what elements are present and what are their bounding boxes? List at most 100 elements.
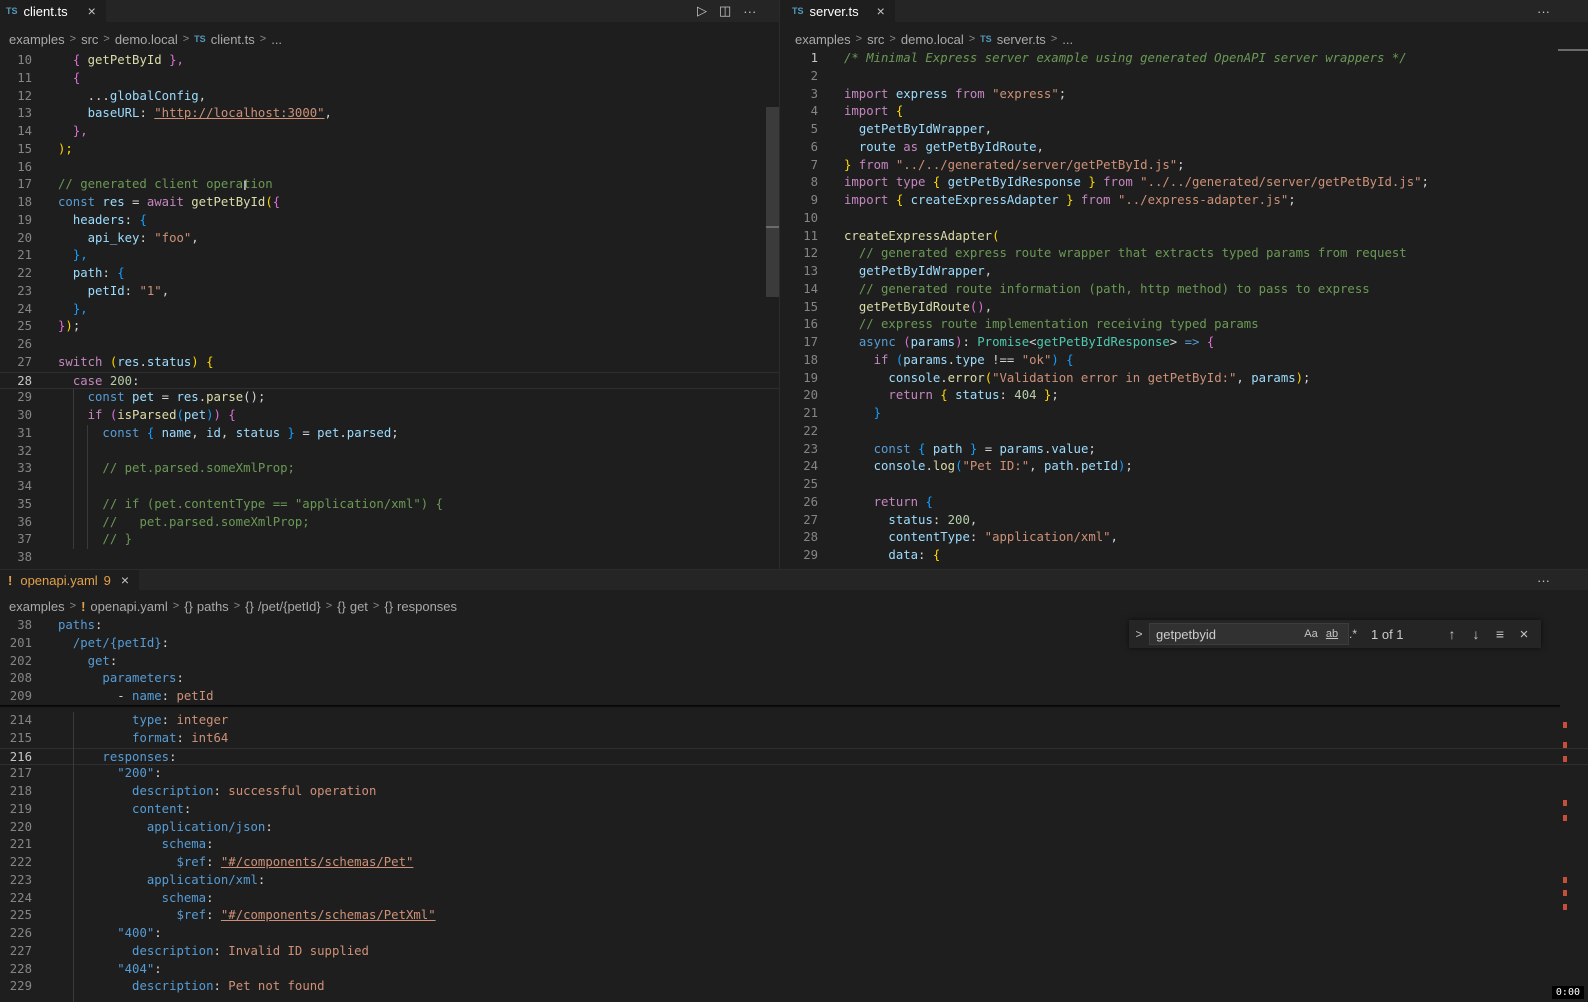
tab-server-ts[interactable]: TS server.ts × [780,0,895,22]
code-line[interactable]: 225 $ref: "#/components/schemas/PetXml" [0,907,1588,925]
code-line[interactable]: 1 /* Minimal Express server example using… [780,50,1588,68]
code-line[interactable]: 10 [780,210,1588,228]
code-line[interactable]: 16 // express route implementation recei… [780,316,1588,334]
code-line[interactable]: 15 getPetByIdRoute(), [780,299,1588,317]
code-line[interactable]: 228 "404": [0,961,1588,979]
breadcrumb-item[interactable]: src [867,32,884,47]
run-icon[interactable]: ▷ [697,3,707,19]
code-line[interactable]: 27 status: 200, [780,512,1588,530]
code-line[interactable]: 7} from "../../generated/server/getPetBy… [780,157,1588,175]
close-icon[interactable]: × [1515,620,1533,648]
more-actions-icon[interactable]: ··· [1537,4,1550,19]
code-line[interactable]: 37 // } [0,531,779,549]
code-line[interactable]: 202 get: [0,653,1588,671]
code-line[interactable]: 20 api_key: "foo", [0,230,779,248]
code-line[interactable]: 11 createExpressAdapter( [780,228,1588,246]
code-line[interactable]: 19 headers: { [0,212,779,230]
code-line[interactable]: 4 import { [780,103,1588,121]
arrow-down-icon[interactable]: ↓ [1467,620,1485,648]
code-line[interactable]: 5 getPetByIdWrapper, [780,121,1588,139]
code-line[interactable]: 10 { getPetById }, [0,52,779,70]
code-line[interactable]: 25}); [0,318,779,336]
close-icon[interactable]: × [88,3,96,19]
code-line[interactable]: 30 if (isParsed(pet)) { [0,407,779,425]
breadcrumb-item[interactable]: responses [397,599,457,614]
chevron-right-icon[interactable]: > [1131,620,1147,648]
split-editor-icon[interactable]: ◫ [719,3,731,19]
code-line[interactable]: 17 async (params): Promise<getPetByIdRes… [780,334,1588,352]
code-line[interactable]: 28 contentType: "application/xml", [780,529,1588,547]
code-editor[interactable]: 214 type: integer 215 format: int64 216 re… [0,712,1588,1002]
breadcrumb-item[interactable]: client.ts [211,32,255,47]
code-line[interactable]: 16 [0,159,779,177]
code-line[interactable]: 32 [0,443,779,461]
code-line[interactable]: 27 switch (res.status) { [0,354,779,372]
find-in-selection-icon[interactable]: ≡ [1491,620,1509,648]
code-line[interactable]: 13 getPetByIdWrapper, [780,263,1588,281]
code-line[interactable]: 12 // generated express route wrapper th… [780,245,1588,263]
breadcrumb-item[interactable]: demo.local [115,32,178,47]
whole-word-icon[interactable]: ab [1323,620,1341,648]
breadcrumb-item[interactable]: src [81,32,98,47]
code-line[interactable]: 220 application/json: [0,819,1588,837]
code-line[interactable]: 3 import express from "express"; [780,86,1588,104]
code-line[interactable]: 22 [780,423,1588,441]
match-case-icon[interactable]: Aa [1302,620,1320,648]
code-line[interactable]: 17 // generated client operation [0,176,779,194]
code-line[interactable]: 23 const { path } = params.value; [780,441,1588,459]
code-line[interactable]: 38 [0,549,779,567]
code-line[interactable]: 29 const pet = res.parse(); [0,389,779,407]
code-line[interactable]: 221 schema: [0,836,1588,854]
breadcrumb-item[interactable]: openapi.yaml [90,599,167,614]
code-line[interactable]: 6 route as getPetByIdRoute, [780,139,1588,157]
code-line[interactable]: 21 }, [0,247,779,265]
code-line[interactable]: 215 format: int64 [0,730,1588,748]
code-line[interactable]: 218 description: successful operation [0,783,1588,801]
more-actions-icon[interactable]: ··· [743,4,756,19]
code-line[interactable]: 26 return { [780,494,1588,512]
code-line[interactable]: 20 return { status: 404 }; [780,387,1588,405]
code-line[interactable]: 209 - name: petId [0,688,1588,706]
code-line[interactable]: 224 schema: [0,890,1588,908]
breadcrumb-item[interactable]: ... [1062,32,1073,47]
code-line[interactable]: 18 const res = await getPetById({ [0,194,779,212]
code-line[interactable]: 15); [0,141,779,159]
code-line[interactable]: 214 type: integer [0,712,1588,730]
code-line[interactable]: 208 parameters: [0,670,1588,688]
code-line[interactable]: 26 [0,336,779,354]
code-editor[interactable]: 10 { getPetById }, 11 {12 ...globalConfig… [0,52,779,569]
tab-openapi-yaml[interactable]: ! openapi.yaml 9 × [0,570,140,590]
code-line[interactable]: 217 "200": [0,765,1588,783]
code-line[interactable]: 226 "400": [0,925,1588,943]
code-line[interactable]: 11 { [0,70,779,88]
code-line[interactable]: 227 description: Invalid ID supplied [0,943,1588,961]
arrow-up-icon[interactable]: ↑ [1443,620,1461,648]
more-actions-icon[interactable]: ··· [1537,573,1550,588]
code-line[interactable]: 219 content: [0,801,1588,819]
code-line[interactable]: 34 [0,478,779,496]
breadcrumb-item[interactable]: demo.local [901,32,964,47]
code-line[interactable]: 222 $ref: "#/components/schemas/Pet" [0,854,1588,872]
breadcrumb-item[interactable]: examples [9,32,65,47]
code-line[interactable]: 12 ...globalConfig, [0,88,779,106]
code-line[interactable]: 18 if (params.type !== "ok") { [780,352,1588,370]
code-line[interactable]: 35 // if (pet.contentType == "applicatio… [0,496,779,514]
code-line[interactable]: 13 baseURL: "http://localhost:3000", [0,105,779,123]
code-editor[interactable]: 1 /* Minimal Express server example using… [780,50,1588,569]
code-line[interactable]: 223 application/xml: [0,872,1588,890]
breadcrumb-item[interactable]: /pet/{petId} [258,599,321,614]
code-line[interactable]: 9 import { createExpressAdapter } from ".… [780,192,1588,210]
breadcrumb-item[interactable]: paths [197,599,229,614]
code-line[interactable]: 24 console.log("Pet ID:", path.petId); [780,458,1588,476]
code-line[interactable]: 14 // generated route information (path,… [780,281,1588,299]
code-line[interactable]: 33 // pet.parsed.someXmlProp; [0,460,779,478]
code-line[interactable]: 25 [780,476,1588,494]
tab-client-ts[interactable]: TS client.ts × [0,0,106,22]
breadcrumb-item[interactable]: examples [795,32,851,47]
regex-icon[interactable]: .* [1345,620,1361,648]
breadcrumb-item[interactable]: examples [9,599,65,614]
close-icon[interactable]: × [121,572,129,588]
code-line[interactable]: 31 const { name, id, status } = pet.pars… [0,425,779,443]
code-line[interactable]: 21 } [780,405,1588,423]
breadcrumb-item[interactable]: server.ts [997,32,1046,47]
